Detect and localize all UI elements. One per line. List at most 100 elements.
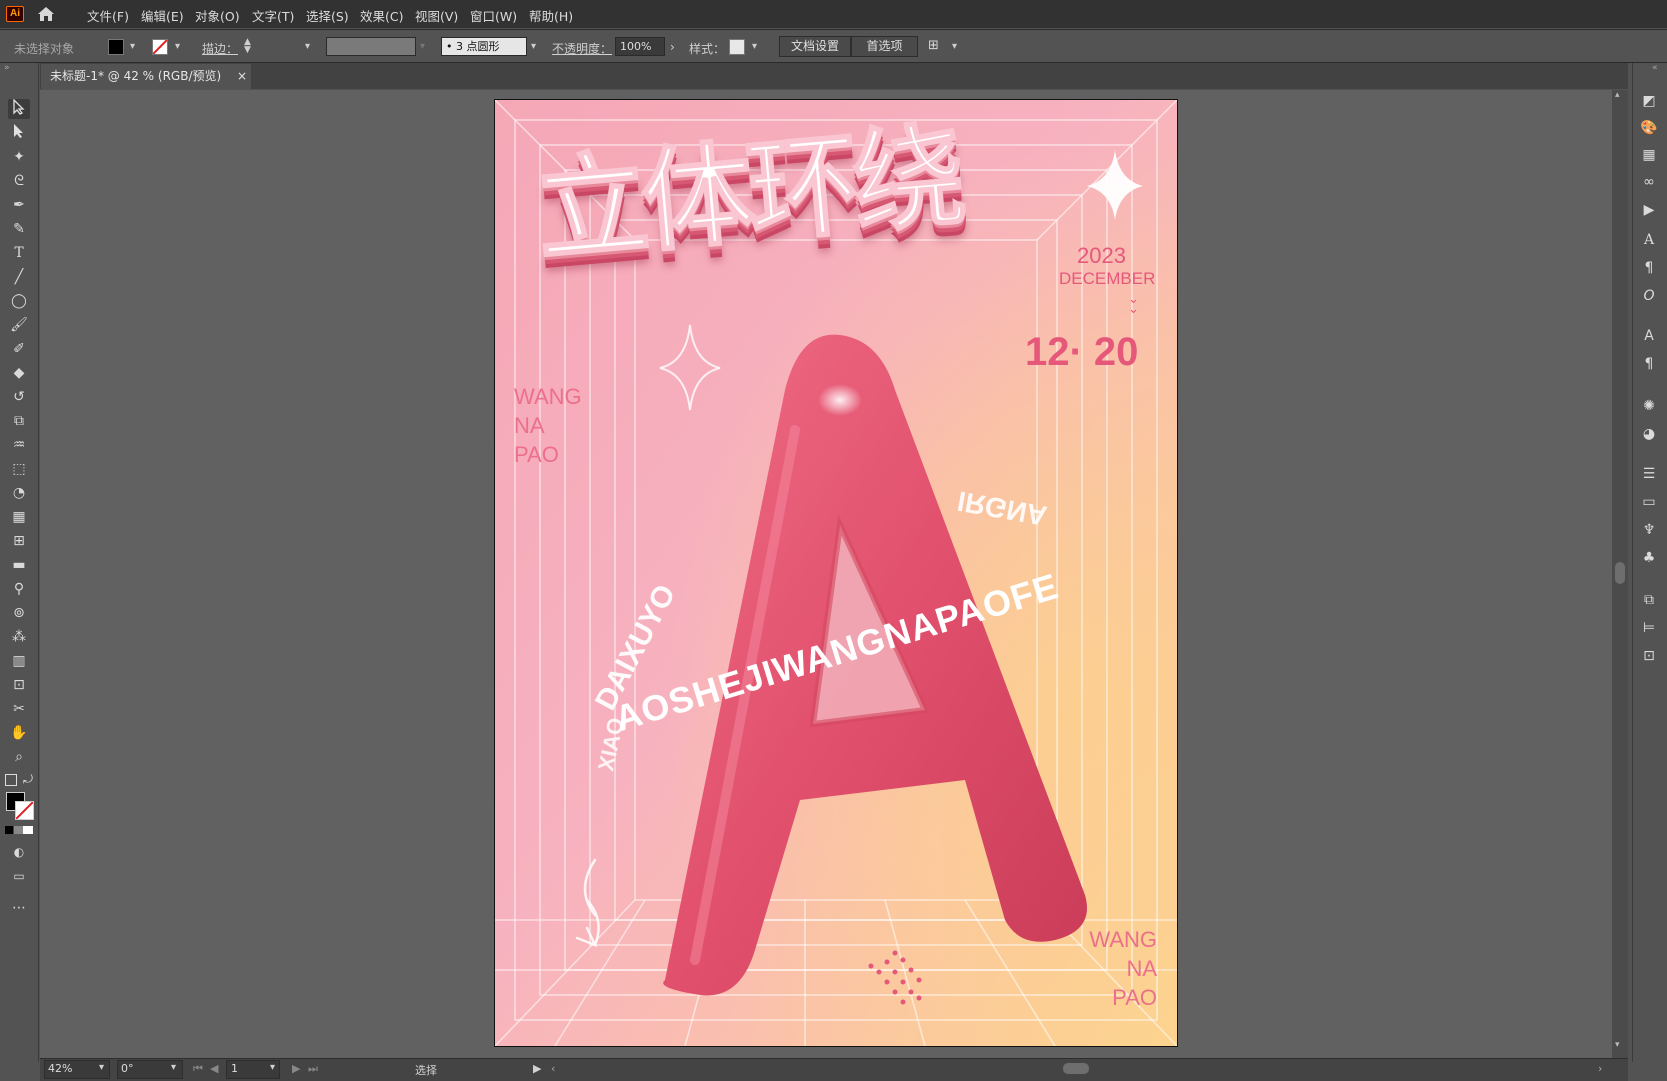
stroke-label[interactable]: 描边： [202, 40, 238, 57]
artboard[interactable]: 立体环绕 2023 DECEMBER ⌄ ⌄ 12· 20 WANG NA PAO… [494, 99, 1178, 1047]
last-artboard-icon[interactable]: ⏭ [308, 1062, 318, 1076]
artboard-tool-icon[interactable]: ⊡ [8, 675, 30, 695]
next-artboard-icon[interactable]: ▶ [292, 1062, 300, 1075]
properties-panel-icon[interactable]: ◩ [1639, 91, 1659, 111]
stroke-weight-dropdown-icon[interactable]: ▾ [305, 41, 310, 52]
symbol-sprayer-tool-icon[interactable]: ⁂ [8, 627, 30, 647]
menu-file[interactable]: 文件(F) [87, 6, 129, 25]
free-transform-tool-icon[interactable]: ⬚ [8, 459, 30, 479]
brush-dropdown-icon[interactable]: ▾ [531, 41, 536, 52]
fill-dropdown-icon[interactable]: ▾ [130, 41, 135, 52]
graphic-styles-icon[interactable]: ◕ [1639, 424, 1659, 444]
menu-effect[interactable]: 效果(C) [360, 6, 403, 25]
expand-panels-icon[interactable]: « [1652, 63, 1658, 73]
scroll-up-icon[interactable]: ▴ [1615, 90, 1620, 100]
collapse-panel-icon[interactable]: » [4, 63, 10, 73]
direct-selection-tool-icon[interactable] [8, 123, 30, 143]
opacity-label[interactable]: 不透明度： [552, 40, 612, 57]
curvature-tool-icon[interactable]: ✎ [8, 219, 30, 239]
more-tools-icon[interactable]: ⋯ [8, 898, 30, 918]
graph-tool-icon[interactable]: ▥ [8, 651, 30, 671]
opentype-panel-icon[interactable]: O [1639, 286, 1659, 306]
brush-definition[interactable]: • 3 点圆形 [441, 37, 527, 56]
menu-help[interactable]: 帮助(H) [529, 6, 573, 25]
color-mode-icons[interactable] [5, 826, 33, 834]
variable-width-profile[interactable] [326, 37, 416, 56]
menu-object[interactable]: 对象(O) [195, 6, 240, 25]
scale-tool-icon[interactable]: ⧉ [8, 411, 30, 431]
zoom-dropdown-icon[interactable]: ▾ [99, 1062, 104, 1073]
character-panel-icon[interactable]: A [1639, 230, 1659, 250]
status-menu-icon[interactable]: ▶ [533, 1062, 541, 1075]
gradient-tool-icon[interactable]: ▬ [8, 555, 30, 575]
character-styles-icon[interactable]: A [1639, 326, 1659, 346]
previous-artboard-icon[interactable]: ◀ [210, 1062, 218, 1075]
menu-window[interactable]: 窗口(W) [470, 6, 517, 25]
brushes-panel-icon[interactable]: ♣ [1639, 548, 1659, 568]
warp-tool-icon[interactable]: ♒ [8, 435, 30, 455]
magic-wand-tool-icon[interactable]: ✦ [8, 147, 30, 167]
scroll-down-icon[interactable]: ▾ [1615, 1040, 1620, 1050]
draw-mode-icon[interactable]: ◐ [8, 842, 30, 862]
hand-tool-icon[interactable]: ✋ [8, 723, 30, 743]
style-dropdown-icon[interactable]: ▾ [752, 41, 757, 52]
align-panel-icon[interactable]: ⊨ [1639, 618, 1659, 638]
paragraph-panel-icon[interactable]: ¶ [1639, 258, 1659, 278]
document-tab[interactable]: 未标题-1* @ 42 % (RGB/预览) × [41, 64, 251, 89]
gradient-panel-icon[interactable]: ▭ [1639, 492, 1659, 512]
ellipse-tool-icon[interactable]: ◯ [8, 291, 30, 311]
pen-tool-icon[interactable]: ✒ [8, 195, 30, 215]
scroll-right-icon[interactable]: › [1598, 1062, 1602, 1075]
graphic-style-swatch[interactable] [729, 39, 745, 55]
actions-panel-icon[interactable]: ▶ [1639, 200, 1659, 220]
paragraph-styles-icon[interactable]: ¶ [1639, 354, 1659, 374]
screen-mode-icon[interactable]: ▭ [8, 866, 30, 886]
menu-view[interactable]: 视图(V) [415, 6, 458, 25]
appearance-panel-icon[interactable]: ✺ [1639, 396, 1659, 416]
preferences-button[interactable]: 首选项 [851, 36, 918, 57]
opacity-arrow-icon[interactable]: › [670, 40, 675, 54]
menu-type[interactable]: 文字(T) [252, 6, 294, 25]
home-icon[interactable] [36, 5, 56, 23]
stroke-dropdown-icon[interactable]: ▾ [175, 41, 180, 52]
vertical-scrollbar[interactable]: ▴ ▾ [1612, 90, 1628, 1058]
line-tool-icon[interactable]: ╱ [8, 267, 30, 287]
default-colors-icon[interactable] [5, 774, 17, 786]
close-tab-icon[interactable]: × [237, 64, 247, 88]
artboards-panel-icon[interactable]: ⊡ [1639, 646, 1659, 666]
stroke-panel-icon[interactable]: ☰ [1639, 464, 1659, 484]
first-artboard-icon[interactable]: ⏮ [193, 1062, 203, 1076]
color-panel-icon[interactable]: 🎨 [1639, 118, 1659, 138]
zoom-tool-icon[interactable]: ⌕ [8, 747, 30, 767]
menu-select[interactable]: 选择(S) [306, 6, 349, 25]
rotation-dropdown-icon[interactable]: ▾ [171, 1062, 176, 1073]
transform-panel-icon[interactable]: ⧉ [1639, 590, 1659, 610]
stroke-swatch[interactable] [152, 39, 168, 55]
shape-builder-tool-icon[interactable]: ◔ [8, 483, 30, 503]
menu-edit[interactable]: 编辑(E) [141, 6, 184, 25]
scroll-left-icon[interactable]: ‹ [551, 1062, 555, 1075]
eraser-tool-icon[interactable]: ◆ [8, 363, 30, 383]
perspective-grid-tool-icon[interactable]: ▦ [8, 507, 30, 527]
profile-dropdown-icon[interactable]: ▾ [420, 41, 425, 52]
swatches-panel-icon[interactable]: ▦ [1639, 145, 1659, 165]
blend-tool-icon[interactable]: ⊚ [8, 603, 30, 623]
fill-swatch[interactable] [108, 39, 124, 55]
document-setup-button[interactable]: 文档设置 [779, 36, 851, 57]
artboard-dropdown-icon[interactable]: ▾ [270, 1062, 275, 1073]
stroke-stepper-icon[interactable]: ▲ ▼ [244, 38, 251, 55]
arrange-documents-icon[interactable]: ⊞ [928, 38, 939, 53]
eyedropper-tool-icon[interactable]: ⚲ [8, 579, 30, 599]
type-tool-icon[interactable]: T [8, 243, 30, 263]
vertical-scroll-thumb[interactable] [1615, 562, 1625, 584]
horizontal-scroll-thumb[interactable] [1063, 1063, 1089, 1074]
opacity-input[interactable]: 100% [615, 37, 665, 56]
lasso-tool-icon[interactable]: ᘓ [8, 171, 30, 191]
mesh-tool-icon[interactable]: ⊞ [8, 531, 30, 551]
swap-colors-icon[interactable]: ⤾ [23, 772, 33, 787]
shaper-tool-icon[interactable]: ✐ [8, 339, 30, 359]
links-panel-icon[interactable]: ∞ [1639, 172, 1659, 192]
rotate-tool-icon[interactable]: ↺ [8, 387, 30, 407]
stroke-color-box[interactable] [15, 801, 34, 820]
selection-tool-icon[interactable] [8, 98, 30, 119]
